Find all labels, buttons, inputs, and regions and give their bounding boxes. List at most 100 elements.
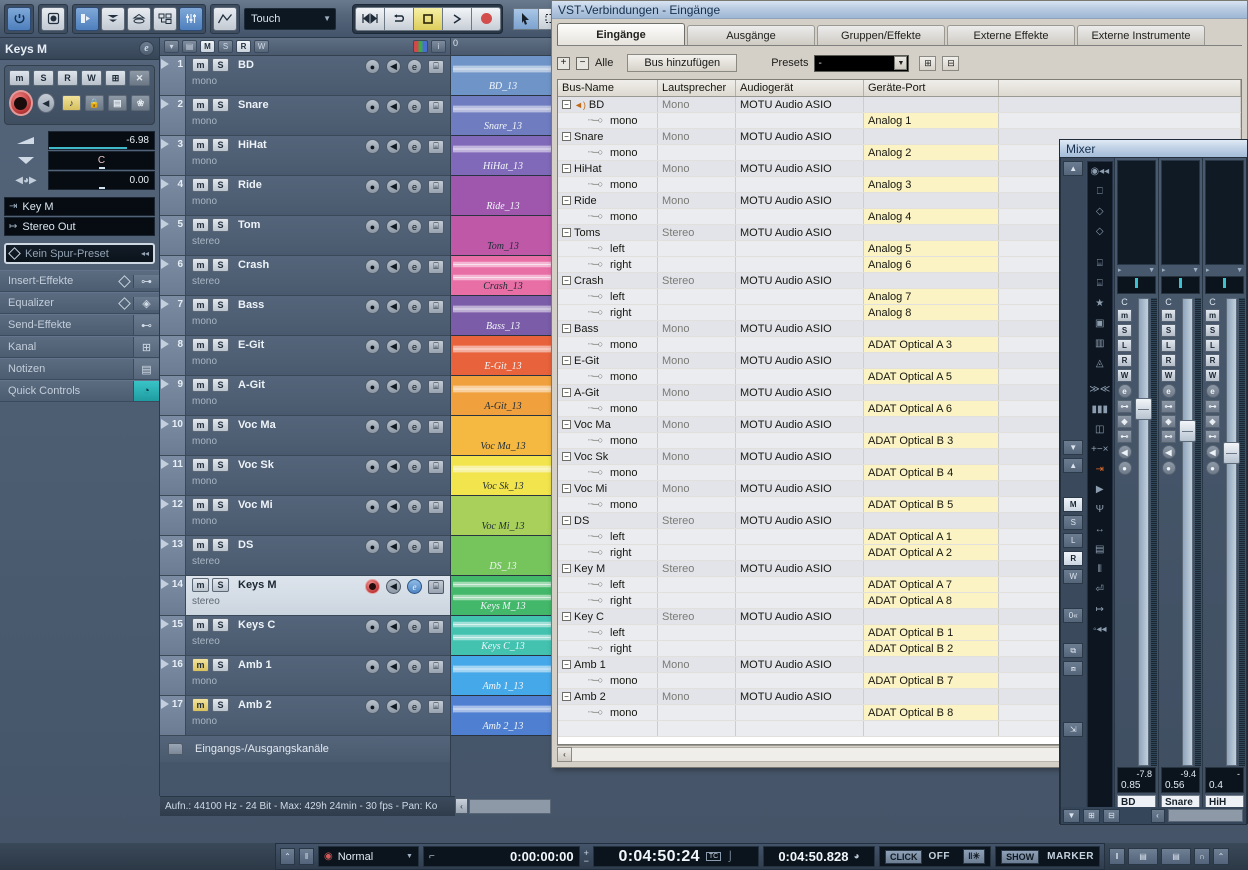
global-solo-button[interactable]: S <box>218 40 233 53</box>
section-insert-effects[interactable]: Insert-Effekte ⊶ <box>0 270 159 292</box>
track-solo-button[interactable]: S <box>212 578 229 592</box>
channel-port-cell[interactable]: ADAT Optical B 8 <box>864 705 999 720</box>
strip-mute-button[interactable]: m <box>1117 309 1132 322</box>
track-lock-icon[interactable]: ⌸ <box>428 460 444 474</box>
track-record-enable-icon[interactable] <box>365 579 380 594</box>
mixer-scroll-down-icon[interactable]: ▼ <box>1063 440 1083 455</box>
track-row[interactable]: 16 m S Amb 1 ● ◀ e ⌸ mono <box>160 656 450 696</box>
track-solo-button[interactable]: S <box>212 538 229 552</box>
track-solo-button[interactable]: S <box>212 178 229 192</box>
power-icon[interactable] <box>7 7 31 31</box>
track-row[interactable]: 13 m S DS ● ◀ e ⌸ stereo <box>160 536 450 576</box>
mixer-store-view-icon[interactable]: ⊞ <box>1083 809 1100 823</box>
track-record-enable-icon[interactable]: ● <box>365 379 380 394</box>
metronome-icon[interactable] <box>41 7 65 31</box>
track-preset-field[interactable]: Kein Spur-Preset ◂◂ <box>4 243 155 264</box>
track-lock-icon[interactable]: ⌸ <box>428 660 444 674</box>
strip-write-button[interactable]: W <box>1117 369 1132 382</box>
quick-controls-icon[interactable]: ◔ <box>133 381 159 401</box>
show-overviewline-icon[interactable] <box>153 7 177 31</box>
audio-event[interactable]: Keys C_13 <box>451 616 555 656</box>
track-lock-icon[interactable]: ⌸ <box>428 620 444 634</box>
audio-event[interactable]: Crash_13 <box>451 256 555 296</box>
audio-event[interactable]: Voc Sk_13 <box>451 456 555 496</box>
strip-prev-icon[interactable]: ▸ <box>1162 266 1166 274</box>
track-mute-button[interactable]: m <box>192 298 209 312</box>
collapse-icon[interactable]: − <box>562 452 571 461</box>
collapse-icon[interactable]: − <box>562 516 571 525</box>
track-monitor-icon[interactable]: ◀ <box>386 699 401 714</box>
strip-send-icon[interactable]: ⊷ <box>1117 430 1132 443</box>
vst-tab[interactable]: Externe Effekte <box>947 25 1075 45</box>
track-mute-button[interactable]: m <box>192 138 209 152</box>
expand-all-icon[interactable]: + <box>557 57 570 70</box>
channel-port-cell[interactable]: ADAT Optical B 4 <box>864 465 999 480</box>
track-lock-icon[interactable]: ⌸ <box>428 380 444 394</box>
track-lock-icon[interactable]: ⌸ <box>428 220 444 234</box>
track-lock-icon[interactable]: ⌸ <box>428 420 444 434</box>
channel-port-cell[interactable]: ADAT Optical A 7 <box>864 577 999 592</box>
preset-prev-icon[interactable]: ◂◂ <box>141 249 149 258</box>
track-row[interactable]: 10 m S Voc Ma ● ◀ e ⌸ mono <box>160 416 450 456</box>
section-channel[interactable]: Kanal ⊞ <box>0 336 159 358</box>
rack-split-icon[interactable]: ◫ <box>1095 424 1104 435</box>
automation-mode-select[interactable]: Touch ▼ <box>244 8 336 30</box>
track-mute-button[interactable]: m <box>192 98 209 112</box>
collapse-icon[interactable]: − <box>562 484 571 493</box>
strip-send-icon[interactable]: ⊷ <box>1161 430 1176 443</box>
strip-eq-icon[interactable]: ◈ <box>1117 415 1132 428</box>
strip-listen-button[interactable]: L <box>1161 339 1176 352</box>
strip-solo-button[interactable]: S <box>1205 324 1220 337</box>
track-record-enable-icon[interactable]: ● <box>365 659 380 674</box>
track-mute-button[interactable]: m <box>192 378 209 392</box>
time-format-chevron-icon[interactable]: ⌡ <box>727 851 733 862</box>
bypass-inserts-button[interactable]: ✕ <box>129 70 150 86</box>
transport-meter-icon[interactable]: ‖ <box>1109 848 1125 865</box>
transport-performance-icon[interactable]: ‖ <box>299 848 314 865</box>
click-sync-icon[interactable]: ‖✳ <box>963 849 985 864</box>
channel-port-cell[interactable]: ADAT Optical A 8 <box>864 593 999 608</box>
track-monitor-icon[interactable]: ◀ <box>386 59 401 74</box>
audio-event[interactable]: Snare_13 <box>451 96 555 136</box>
track-lock-icon[interactable]: ⌸ <box>428 540 444 554</box>
rack-inserts-icon[interactable]: ◇ <box>1096 206 1104 217</box>
mixer-channel-strip[interactable]: ▸▼ C m S L R W e ⊶ ◈ ⊷ ◀ ● <box>1114 158 1158 824</box>
strip-expand-arrows[interactable]: ▸▼ <box>1159 265 1202 275</box>
lock-button[interactable]: 🔒 <box>85 95 104 111</box>
section-notes[interactable]: Notizen ▤ <box>0 358 159 380</box>
audio-event[interactable]: A-Git_13 <box>451 376 555 416</box>
rack-plusminus-icon[interactable]: +−× <box>1091 444 1109 455</box>
strip-insert-icon[interactable]: ⊶ <box>1161 400 1176 413</box>
track-solo-button[interactable]: S <box>212 58 229 72</box>
vst-tab[interactable]: Eingänge <box>557 23 685 45</box>
go-to-start-button[interactable] <box>355 7 385 31</box>
stop-button[interactable] <box>413 7 443 31</box>
strip-value-display[interactable]: - 0.4 <box>1205 767 1244 793</box>
track-solo-button[interactable]: S <box>212 338 229 352</box>
mixer-global-read-button[interactable]: R <box>1063 551 1083 566</box>
track-lock-icon[interactable]: ⌸ <box>428 140 444 154</box>
fader-handle[interactable] <box>1223 442 1240 464</box>
rack-levels-icon[interactable]: ▤ <box>1095 544 1104 555</box>
track-mute-button[interactable]: m <box>192 418 209 432</box>
channel-port-cell[interactable]: ADAT Optical A 3 <box>864 337 999 352</box>
channel-port-cell[interactable]: ADAT Optical A 2 <box>864 545 999 560</box>
audio-event[interactable]: Bass_13 <box>451 296 555 336</box>
audio-event[interactable]: DS_13 <box>451 536 555 576</box>
horizontal-scrollbar[interactable]: ‹ <box>455 796 551 816</box>
channel-port-cell[interactable]: ADAT Optical A 5 <box>864 369 999 384</box>
track-edit-channel-icon[interactable]: e <box>407 379 422 394</box>
track-record-enable-icon[interactable]: ● <box>365 459 380 474</box>
strip-edit-icon[interactable]: e <box>1206 384 1220 398</box>
strip-listen-button[interactable]: L <box>1117 339 1132 352</box>
input-routing[interactable]: ⇥ Key M <box>4 197 155 216</box>
global-read-button[interactable]: R <box>236 40 251 53</box>
insert-icon[interactable]: ⊶ <box>133 275 159 288</box>
track-edit-channel-icon[interactable]: e <box>407 459 422 474</box>
audio-event[interactable]: Voc Mi_13 <box>451 496 555 536</box>
collapse-icon[interactable]: − <box>562 228 571 237</box>
track-monitor-icon[interactable]: ◀ <box>386 219 401 234</box>
strip-prev-icon[interactable]: ▸ <box>1118 266 1122 274</box>
track-monitor-icon[interactable]: ◀ <box>386 139 401 154</box>
channel-port-cell[interactable]: ADAT Optical B 2 <box>864 641 999 656</box>
